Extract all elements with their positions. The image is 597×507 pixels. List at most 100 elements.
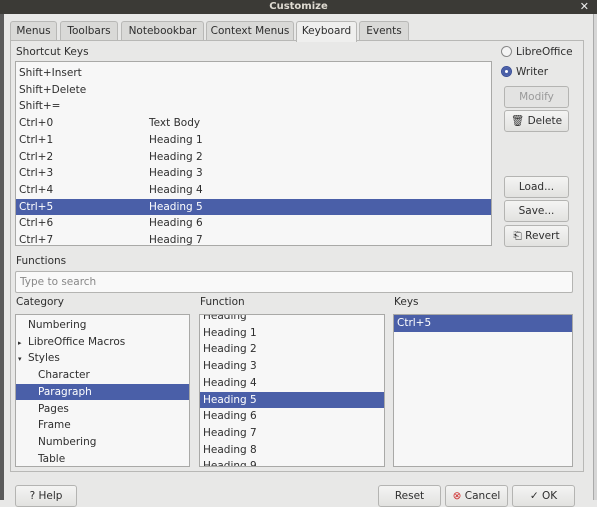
shortcut-row[interactable]: Ctrl+4 Heading 4 <box>16 182 491 199</box>
revert-label: Revert <box>525 230 560 242</box>
function-label: Heading 6 <box>203 410 257 423</box>
function-item[interactable]: Heading 8 <box>200 442 384 459</box>
radio-label: LibreOffice <box>516 46 573 58</box>
shortcut-function: Heading 3 <box>149 167 203 180</box>
category-item[interactable]: Frame <box>16 417 189 434</box>
help-icon: ? <box>29 490 36 502</box>
help-button[interactable]: ? Help <box>15 485 77 507</box>
shortcut-row[interactable]: Ctrl+3 Heading 3 <box>16 165 491 182</box>
shortcut-row[interactable]: Ctrl+7 Heading 7 <box>16 232 491 246</box>
category-item[interactable]: Numbering <box>16 434 189 451</box>
shortcut-row[interactable]: Ctrl+5 Heading 5 <box>16 198 491 216</box>
shortcut-row[interactable]: Shift+= <box>16 98 491 115</box>
category-label: Category <box>16 296 64 308</box>
function-item[interactable]: Heading 4 <box>200 375 384 392</box>
function-label: Heading 3 <box>203 360 257 373</box>
shortcut-function: Heading 5 <box>149 200 203 213</box>
modify-button[interactable]: Modify <box>504 86 569 108</box>
tab-events[interactable]: Events <box>359 21 409 41</box>
category-label: Frame <box>38 419 71 432</box>
load-button[interactable]: Load... <box>504 176 569 198</box>
shortcut-row[interactable]: Shift+Delete <box>16 82 491 99</box>
function-item[interactable]: Heading 5 <box>200 391 384 409</box>
cancel-button[interactable]: ⊗ Cancel <box>445 485 508 507</box>
revert-icon: ⎗ <box>513 230 522 242</box>
ok-button[interactable]: ✓ OK <box>512 485 575 507</box>
category-label: Numbering <box>38 435 97 448</box>
title-bar: Customize <box>0 0 597 14</box>
function-item[interactable]: Heading 3 <box>200 358 384 375</box>
function-label: Heading 7 <box>203 426 257 439</box>
key-label: Ctrl+5 <box>397 317 432 329</box>
function-label: Heading 5 <box>203 393 257 406</box>
function-item[interactable]: Heading <box>200 314 384 325</box>
keys-list[interactable]: Ctrl+5 <box>393 314 573 467</box>
background-window-edge <box>0 14 4 500</box>
function-item[interactable]: Heading 9 <box>200 458 384 467</box>
search-input[interactable]: Type to search <box>15 271 573 293</box>
shortcut-row[interactable]: Ctrl+6 Heading 6 <box>16 215 491 232</box>
function-item[interactable]: Heading 7 <box>200 425 384 442</box>
function-label: Heading <box>203 314 247 322</box>
collapse-arrow-icon[interactable]: ▾ <box>18 351 28 368</box>
ok-label: OK <box>542 490 558 502</box>
tab-toolbars[interactable]: Toolbars <box>60 21 118 41</box>
category-label: Character <box>38 369 90 382</box>
function-item[interactable]: Heading 1 <box>200 325 384 342</box>
tab-context-menus[interactable]: Context Menus <box>206 21 294 41</box>
function-label: Heading 8 <box>203 443 257 456</box>
shortcut-key: Ctrl+1 <box>19 133 54 146</box>
function-item[interactable]: Heading 2 <box>200 341 384 358</box>
radio-writer[interactable]: Writer <box>501 66 548 78</box>
window-edge <box>593 14 597 500</box>
shortcut-key: Ctrl+5 <box>19 200 54 213</box>
shortcut-row[interactable]: Ctrl+2 Heading 2 <box>16 149 491 166</box>
category-item[interactable]: Character <box>16 367 189 384</box>
function-label: Function <box>200 296 245 308</box>
delete-button[interactable]: 🗑 Delete <box>504 110 569 132</box>
shortcut-row[interactable]: Ctrl+1 Heading 1 <box>16 132 491 149</box>
key-item[interactable]: Ctrl+5 <box>394 315 572 332</box>
window-title: Customize <box>269 1 328 12</box>
function-label: Heading 1 <box>203 326 257 339</box>
function-item[interactable]: Heading 6 <box>200 408 384 425</box>
reset-button[interactable]: Reset <box>378 485 441 507</box>
category-item[interactable]: Paragraph <box>16 383 189 401</box>
trash-icon: 🗑 <box>510 115 525 127</box>
category-tree[interactable]: Numbering ▸ LibreOffice Macros ▾ Styles Chara… <box>15 314 190 467</box>
shortcut-keys-label: Shortcut Keys <box>16 46 89 58</box>
shortcut-function: Heading 1 <box>149 133 203 146</box>
shortcut-function: Heading 7 <box>149 234 203 246</box>
category-item[interactable]: ▾ Styles <box>16 350 189 367</box>
radio-button[interactable] <box>501 66 512 77</box>
category-item[interactable]: ▸ LibreOffice Macros <box>16 334 189 351</box>
shortcut-function: Heading 2 <box>149 150 203 163</box>
category-label: LibreOffice Macros <box>28 335 126 348</box>
function-label: Heading 9 <box>203 460 257 467</box>
category-item[interactable]: Table <box>16 451 189 466</box>
category-label: Pages <box>38 402 69 415</box>
shortcut-key: Shift+Delete <box>19 83 87 96</box>
tab-menus[interactable]: Menus <box>10 21 57 41</box>
close-icon[interactable]: ✕ <box>580 0 589 14</box>
shortcut-keys-list[interactable]: Shift+Insert Shift+Delete Shift+= Ctrl+0 Tex… <box>15 61 492 246</box>
shortcut-row[interactable]: Shift+Insert <box>16 65 491 82</box>
radio-label: Writer <box>516 66 549 78</box>
function-list[interactable]: Heading Heading 1 Heading 2 Heading 3 Headin… <box>199 314 385 467</box>
category-label: Table <box>38 452 66 465</box>
check-icon: ✓ <box>529 490 539 502</box>
function-label: Heading 2 <box>203 343 257 356</box>
revert-button[interactable]: ⎗ Revert <box>504 225 569 247</box>
save-button[interactable]: Save... <box>504 200 569 222</box>
category-item[interactable]: Numbering <box>16 317 189 334</box>
shortcut-function: Heading 6 <box>149 217 203 230</box>
category-item[interactable]: Pages <box>16 401 189 418</box>
shortcut-row[interactable]: Ctrl+0 Text Body <box>16 115 491 132</box>
tab-notebookbar[interactable]: Notebookbar <box>121 21 204 41</box>
radio-libreoffice[interactable]: LibreOffice <box>501 46 573 58</box>
expand-arrow-icon[interactable]: ▸ <box>18 335 28 352</box>
radio-button[interactable] <box>501 46 512 57</box>
shortcut-key: Shift+= <box>19 100 61 113</box>
tab-keyboard[interactable]: Keyboard <box>296 21 357 42</box>
keys-label: Keys <box>394 296 419 308</box>
